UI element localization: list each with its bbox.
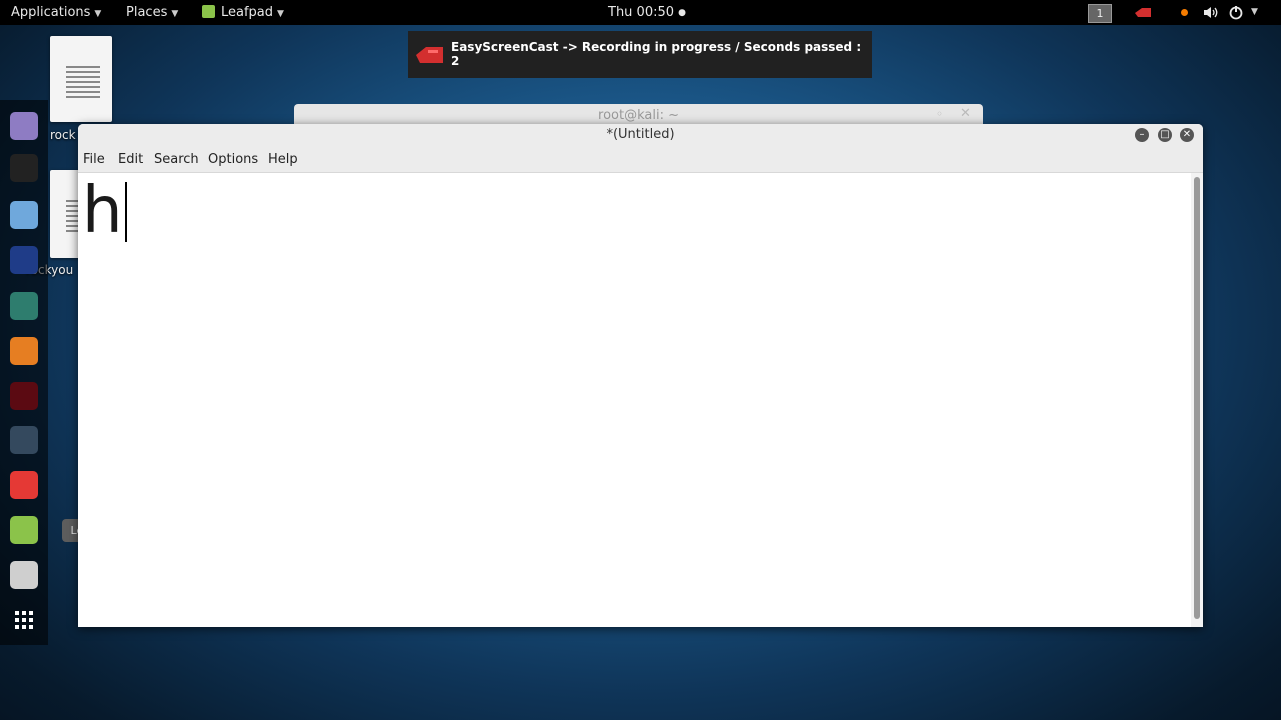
burpsuite-icon[interactable] bbox=[10, 337, 38, 365]
armitage-icon[interactable] bbox=[10, 292, 38, 320]
leafpad-icon bbox=[202, 5, 215, 18]
close-button[interactable]: ✕ bbox=[1180, 128, 1194, 142]
leafpad-icon[interactable] bbox=[10, 516, 38, 544]
beef-icon[interactable] bbox=[10, 382, 38, 410]
applications-label: Applications bbox=[11, 5, 91, 20]
editor-content: h bbox=[82, 171, 127, 251]
chevron-down-icon: ▼ bbox=[277, 9, 284, 19]
top-panel: Applications ▼ Places ▼ Leafpad ▼ Thu 00:50… bbox=[0, 0, 1281, 25]
maltego-icon[interactable] bbox=[10, 426, 38, 454]
chevron-down-icon: ▼ bbox=[171, 9, 179, 19]
menu-search[interactable]: Search bbox=[154, 152, 199, 167]
recording-dot-icon: ● bbox=[678, 8, 687, 18]
chromium-icon[interactable] bbox=[10, 112, 38, 140]
text-cursor bbox=[124, 182, 127, 242]
show-apps-icon[interactable] bbox=[10, 606, 38, 634]
recording-notification[interactable]: EasyScreenCast -> Recording in progress … bbox=[408, 31, 872, 78]
workspace-indicator[interactable]: 1 bbox=[1088, 4, 1112, 23]
menu-help[interactable]: Help bbox=[268, 152, 298, 167]
recording-icon bbox=[416, 47, 443, 63]
editor-text: h bbox=[82, 174, 123, 248]
gedit-icon[interactable] bbox=[10, 561, 38, 589]
desktop-file-label: rock bbox=[50, 128, 76, 142]
places-label: Places bbox=[126, 5, 168, 20]
text-file-icon bbox=[66, 66, 100, 100]
applications-menu[interactable]: Applications ▼ bbox=[11, 0, 101, 25]
power-icon[interactable] bbox=[1229, 5, 1245, 20]
volume-icon[interactable] bbox=[1203, 6, 1219, 19]
clock-label: Thu 00:50 bbox=[608, 5, 675, 20]
window-title: *(Untitled) bbox=[606, 127, 675, 142]
dock bbox=[0, 100, 48, 645]
metasploit-icon[interactable] bbox=[10, 246, 38, 274]
app-menu-label: Leafpad bbox=[221, 5, 274, 20]
scrollbar-thumb[interactable] bbox=[1194, 177, 1200, 619]
title-bar[interactable]: *(Untitled) – □ ✕ bbox=[78, 124, 1203, 146]
vertical-scrollbar[interactable] bbox=[1191, 173, 1203, 627]
close-icon[interactable]: ✕ bbox=[960, 106, 971, 121]
terminal-icon[interactable] bbox=[10, 154, 38, 182]
maximize-button[interactable]: □ bbox=[1158, 128, 1172, 142]
clock[interactable]: Thu 00:50 ● bbox=[608, 0, 686, 25]
screencast-icon[interactable] bbox=[1133, 6, 1153, 19]
notification-text: EasyScreenCast -> Recording in progress … bbox=[451, 40, 862, 68]
places-menu[interactable]: Places ▼ bbox=[126, 0, 178, 25]
minimize-icon[interactable]: ◦ bbox=[936, 107, 943, 121]
faraday-icon[interactable] bbox=[10, 471, 38, 499]
desktop-file[interactable] bbox=[50, 36, 112, 122]
notification-dot-icon[interactable] bbox=[1181, 9, 1188, 16]
menu-edit[interactable]: Edit bbox=[118, 152, 143, 167]
menu-file[interactable]: File bbox=[83, 152, 105, 167]
menu-options[interactable]: Options bbox=[208, 152, 258, 167]
leafpad-window[interactable]: *(Untitled) – □ ✕ File Edit Search Optio… bbox=[78, 124, 1203, 627]
text-editor[interactable]: h bbox=[78, 173, 1191, 627]
menu-bar: File Edit Search Options Help bbox=[78, 146, 1203, 173]
chevron-down-icon: ▼ bbox=[94, 9, 102, 19]
chevron-down-icon[interactable]: ▼ bbox=[1251, 0, 1258, 25]
minimize-button[interactable]: – bbox=[1135, 128, 1149, 142]
files-icon[interactable] bbox=[10, 201, 38, 229]
app-menu[interactable]: Leafpad ▼ bbox=[202, 0, 284, 25]
terminal-title: root@kali: ~ bbox=[598, 108, 679, 123]
